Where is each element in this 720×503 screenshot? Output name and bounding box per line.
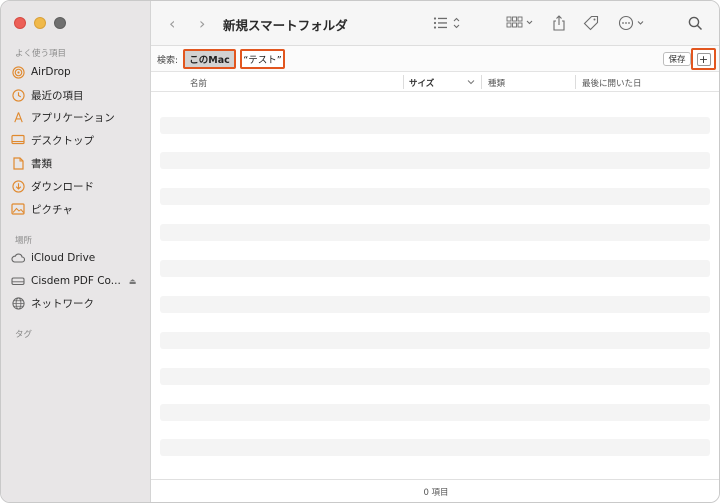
- sidebar-item-label: ダウンロード: [31, 180, 94, 193]
- favorites-section-label: よく使う項目: [15, 49, 67, 59]
- list-row-placeholder: [160, 296, 710, 313]
- column-size[interactable]: サイズ: [409, 77, 434, 89]
- download-icon: [11, 179, 25, 193]
- sidebar-item-airdrop[interactable]: AirDrop: [11, 62, 147, 82]
- cloud-icon: [11, 251, 25, 265]
- list-row-placeholder: [160, 404, 710, 421]
- sidebar-item-label: アプリケーション: [31, 111, 115, 124]
- add-criteria-button[interactable]: +: [691, 48, 716, 70]
- applications-icon: [11, 110, 25, 124]
- finder-window: よく使う項目 AirDrop 最近の項目 アプリケーション デスクトップ 書類 …: [0, 0, 720, 503]
- list-row-placeholder: [160, 152, 710, 169]
- sidebar-item-pictures[interactable]: ピクチャ: [11, 199, 147, 219]
- sidebar: よく使う項目 AirDrop 最近の項目 アプリケーション デスクトップ 書類 …: [1, 1, 151, 502]
- sidebar-item-label: ピクチャ: [31, 203, 73, 216]
- item-count: 0 項目: [423, 488, 449, 498]
- forward-button[interactable]: ›: [199, 14, 205, 33]
- close-window-button[interactable]: [14, 17, 26, 29]
- sidebar-item-icloud-drive[interactable]: iCloud Drive: [11, 248, 147, 268]
- list-row-placeholder: [160, 224, 710, 241]
- document-icon: [11, 156, 25, 170]
- clock-icon: [11, 88, 25, 102]
- plus-icon: +: [696, 52, 711, 66]
- search-scope-bar: 検索: このMac “テスト” 保存 +: [151, 46, 719, 72]
- column-header: 名前 サイズ 種類 最後に開いた日: [151, 72, 719, 92]
- list-row-placeholder: [160, 332, 710, 349]
- file-list: [151, 92, 719, 458]
- airdrop-icon: [11, 65, 25, 79]
- window-title: 新規スマートフォルダ: [223, 18, 348, 33]
- sidebar-item-documents[interactable]: 書類: [11, 153, 147, 173]
- zoom-window-button[interactable]: [54, 17, 66, 29]
- save-button[interactable]: 保存: [663, 52, 691, 66]
- group-icon[interactable]: [506, 13, 536, 33]
- list-row-placeholder: [160, 368, 710, 385]
- eject-icon[interactable]: ⏏: [129, 277, 137, 286]
- sidebar-item-label: 書類: [31, 157, 52, 170]
- sidebar-item-applications[interactable]: アプリケーション: [11, 107, 147, 127]
- list-row-placeholder: [160, 188, 710, 205]
- toolbar: ‹ › 新規スマートフォルダ: [151, 1, 719, 46]
- search-label: 検索:: [157, 56, 179, 66]
- scope-this-mac-button[interactable]: このMac: [183, 49, 236, 69]
- list-view-icon[interactable]: [433, 13, 463, 33]
- sidebar-item-recents[interactable]: 最近の項目: [11, 85, 147, 105]
- tag-icon[interactable]: [583, 13, 599, 33]
- list-row-placeholder: [160, 117, 710, 134]
- sidebar-item-desktop[interactable]: デスクトップ: [11, 130, 147, 150]
- more-actions-icon[interactable]: [618, 13, 648, 33]
- minimize-window-button[interactable]: [34, 17, 46, 29]
- column-divider[interactable]: [575, 75, 576, 89]
- search-icon[interactable]: [688, 13, 703, 33]
- column-last-opened[interactable]: 最後に開いた日: [582, 77, 642, 89]
- sidebar-item-label: デスクトップ: [31, 134, 94, 147]
- column-kind[interactable]: 種類: [488, 77, 505, 89]
- scope-query-button[interactable]: “テスト”: [240, 49, 285, 69]
- sidebar-item-label: ネットワーク: [31, 297, 94, 310]
- tags-section-label: タグ: [15, 330, 33, 340]
- list-row-placeholder: [160, 260, 710, 277]
- network-icon: [11, 296, 25, 310]
- sidebar-item-label: Cisdem PDF Co...: [31, 275, 121, 287]
- sidebar-item-label: iCloud Drive: [31, 252, 96, 264]
- sort-chevron-icon: [467, 78, 475, 88]
- sidebar-item-label: 最近の項目: [31, 89, 84, 102]
- share-icon[interactable]: [552, 13, 566, 33]
- column-name[interactable]: 名前: [190, 77, 207, 89]
- pictures-icon: [11, 202, 25, 216]
- list-row-placeholder: [160, 439, 710, 456]
- column-divider[interactable]: [481, 75, 482, 89]
- locations-section-label: 場所: [15, 236, 33, 246]
- sidebar-item-cisdem-pdf[interactable]: Cisdem PDF Co... ⏏: [11, 271, 147, 291]
- sidebar-item-label: AirDrop: [31, 66, 71, 78]
- desktop-icon: [11, 133, 25, 147]
- status-bar: 0 項目: [151, 479, 719, 502]
- window-controls: [14, 17, 66, 29]
- back-button[interactable]: ‹: [169, 14, 175, 33]
- sidebar-item-downloads[interactable]: ダウンロード: [11, 176, 147, 196]
- column-divider[interactable]: [403, 75, 404, 89]
- disk-icon: [11, 274, 25, 288]
- sidebar-item-network[interactable]: ネットワーク: [11, 293, 147, 313]
